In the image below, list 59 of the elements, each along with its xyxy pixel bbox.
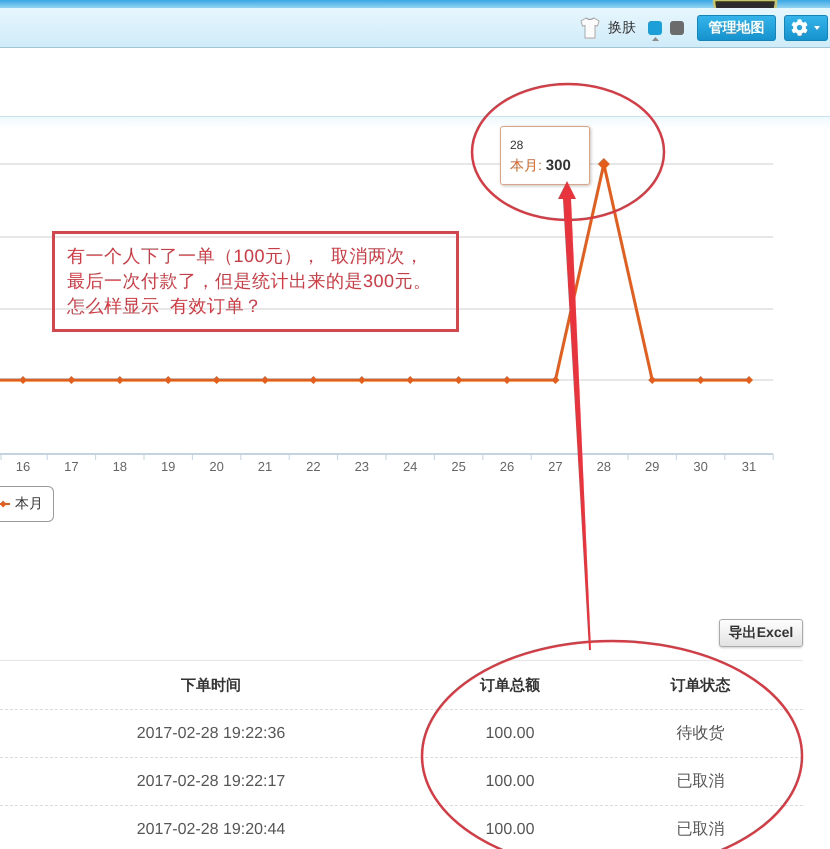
data-point [503,376,511,384]
table-cell-text: 已取消 [676,772,724,792]
export-excel-button[interactable]: 导出Excel [719,619,803,647]
tooltip-title: 28 [510,138,524,152]
column-header: 下单时间 [181,676,241,694]
table-cell: 100.00 [486,724,534,742]
table-cell-text: 待收货 [676,724,724,744]
axis-label: 26 [500,459,514,474]
data-point [696,376,705,384]
table-cell: 2017-02-28 19:22:17 [136,772,286,790]
axis-label: 31 [742,459,756,474]
data-point [261,376,269,384]
column-header: 订单总额 [480,676,540,694]
data-point [551,376,560,384]
table-cell: 2017-02-28 19:22:36 [136,724,286,742]
chart-legend[interactable]: 本月 [0,486,54,522]
skin-swatch[interactable] [670,20,684,34]
axis-label: 22 [306,459,321,474]
axis-label: 17 [64,459,79,474]
data-point [454,376,463,384]
table-cell: 2017-02-28 19:20:44 [136,820,286,838]
settings-icon [791,19,808,36]
data-point [309,376,318,384]
table-cell: 100.00 [486,820,534,838]
round-emblem-icon [712,0,778,8]
axis-label: 23 [354,459,370,474]
data-point [116,376,124,384]
axis-label: 25 [451,459,466,474]
annotation-note: 有一个人下了一单（100元）， 取消两次，最后一次付款了，但是统计出来的是300元。怎么样显示 有效订单？ [67,245,433,318]
axis-label: 16 [16,459,30,474]
data-point [67,376,76,384]
table-cell-text: 已取消 [676,820,724,840]
legend-marker-icon [0,500,10,508]
caret-icon [814,26,820,30]
axis-label: 27 [548,459,563,474]
data-point [406,376,414,384]
data-point [19,376,27,384]
axis-label: 30 [693,459,708,474]
axis-label: 18 [112,459,128,474]
data-point [164,376,172,384]
axis-label: 28 [596,459,612,474]
data-point [212,376,221,384]
axis-label: 20 [209,459,224,474]
tooltip-value: 本月: 300 [510,156,571,175]
skin-label: 换肤 [608,18,636,36]
data-point [745,376,753,384]
data-point [598,158,610,170]
settings-button[interactable] [784,14,828,40]
column-header: 订单状态 [670,676,730,694]
axis-label: 29 [644,459,660,474]
table-cell: 100.00 [486,772,534,790]
axis-label: 21 [258,459,272,474]
data-point [648,376,656,384]
axis-label: 19 [160,459,176,474]
t-shirt-icon[interactable] [580,16,600,38]
axis-label: 24 [402,459,418,474]
skin-swatch[interactable] [648,20,662,34]
legend-label: 本月 [15,495,43,513]
data-point [358,376,366,384]
